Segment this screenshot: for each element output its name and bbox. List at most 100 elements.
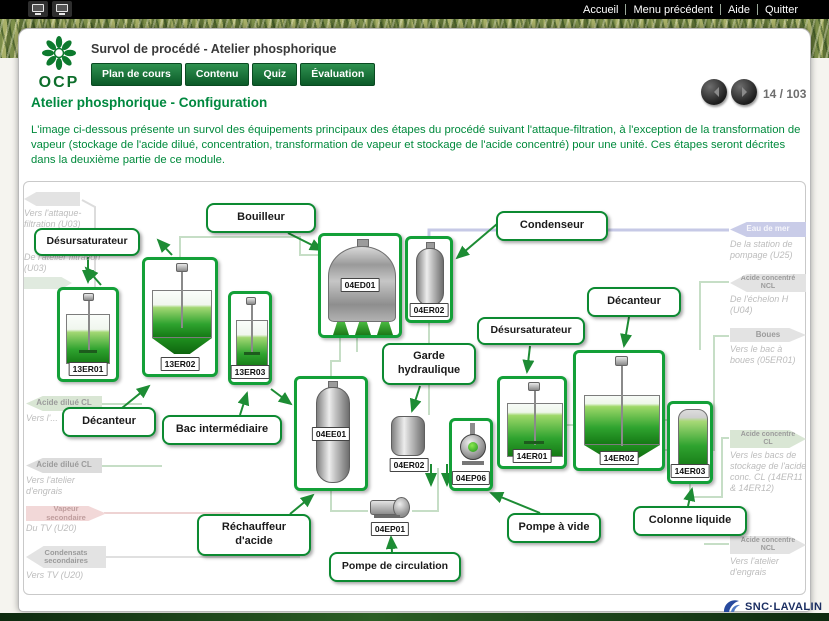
stream-condensats-secondaires: Condensats secondaires Vers TV (U20): [26, 546, 110, 581]
stream-boues: Boues Vers le bac à boues (05ER01): [730, 328, 808, 366]
pump-hub: [468, 442, 478, 452]
stream-acide-concentre-cl: Acide concentré CL Vers les bacs de stoc…: [730, 430, 808, 494]
vessel-nozzle: [377, 322, 393, 335]
agitator-paddle: [524, 441, 544, 444]
equipment-13er03: 13ER03: [228, 291, 272, 385]
top-menu-bar: Accueil Menu précédent Aide Quitter: [0, 0, 829, 19]
label-decanteur-droite: Décanteur: [587, 287, 681, 317]
equipment-tag: 04ER02: [389, 458, 429, 472]
agitator-paddle: [244, 352, 260, 355]
menu-precedent[interactable]: Menu précédent: [626, 4, 720, 16]
equipment-tag: 04ED01: [340, 278, 380, 292]
application-window: Accueil Menu précédent Aide Quitter OCP …: [0, 0, 829, 621]
label-decanteur-gauche: Décanteur: [62, 407, 156, 437]
label-colonne-liquide: Colonne liquide: [633, 506, 747, 536]
page-title: Atelier phosphorique - Configuration: [31, 95, 268, 110]
vessel-body: [391, 416, 425, 456]
module-title: Survol de procédé - Atelier phosphorique: [91, 42, 337, 56]
stream-title: Vapeur secondaire: [46, 504, 86, 522]
label-pompe-a-vide: Pompe à vide: [507, 513, 601, 543]
label-bouilleur: Bouilleur: [206, 203, 316, 233]
monitor-glyph: [56, 4, 68, 12]
stream-title: Boues: [755, 329, 781, 339]
tab-plan-de-cours[interactable]: Plan de cours: [91, 63, 182, 86]
equipment-04ep06: 04EP06: [449, 418, 493, 491]
equipment-04ee01: 04EE01: [294, 376, 368, 491]
stream-caption: De la station de pompage (U25): [730, 239, 793, 260]
flow-arrow-left-icon: Acide concentré NCL: [730, 274, 806, 292]
flow-arrow-right-icon: Acide concentré NCL: [730, 536, 806, 554]
equipment-tag: 04ER02: [409, 303, 449, 317]
stream-title: Acide concentré NCL: [740, 275, 796, 290]
page-counter: 14 / 103: [763, 87, 807, 101]
next-arrow-icon: [742, 87, 752, 97]
top-menu: Accueil Menu précédent Aide Quitter: [576, 0, 805, 19]
menu-accueil[interactable]: Accueil: [576, 4, 625, 16]
label-pompe-circulation: Pompe de circulation: [329, 552, 461, 582]
equipment-14er01: 14ER01: [497, 376, 567, 469]
tab-evaluation[interactable]: Évaluation: [300, 63, 376, 86]
agitator-motor-icon: [176, 263, 188, 272]
previous-arrow-icon: [709, 87, 719, 97]
stream-caption: Vers TV (U20): [26, 570, 84, 580]
menu-aide[interactable]: Aide: [721, 4, 757, 16]
equipment-04er02-garde: 04ER02: [386, 414, 432, 472]
stream-caption: Vers les bacs de stockage de l'acide con…: [730, 450, 807, 493]
stream-caption: Vers l'attaque-filtration (U03): [24, 208, 82, 229]
bottom-bar: [0, 613, 829, 621]
stream-vers-attaque-filtration: Vers l'attaque-filtration (U03): [24, 192, 110, 230]
equipment-tag: 04EP01: [370, 522, 410, 536]
agitator-shaft: [621, 366, 623, 446]
pump-base: [462, 461, 484, 465]
equipment-13er02: 13ER02: [142, 257, 218, 377]
menu-quitter[interactable]: Quitter: [758, 4, 805, 16]
label-desursaturateur-droite: Désursaturateur: [477, 317, 585, 345]
flow-arrow-right-icon: Acide concentré CL: [730, 430, 806, 448]
stream-acide-concentre-ncl-sortie: Acide concentré NCL Vers l'atelier d'eng…: [730, 536, 808, 578]
flow-arrow-left-icon: Acide dilué CL: [26, 458, 102, 473]
equipment-04er02-condenseur: 04ER02: [405, 236, 453, 323]
stream-caption: Vers l'atelier d'engrais: [730, 556, 779, 577]
stream-acide-dilue-cl-2: Acide dilué CL Vers l'atelier d'engrais: [26, 458, 106, 497]
vessel-body: [416, 248, 444, 306]
tab-contenu[interactable]: Contenu: [184, 63, 250, 86]
previous-page-button[interactable]: [701, 79, 727, 105]
snc-lavalin-text: SNC·LAVALIN: [745, 600, 823, 613]
flow-arrow-right-icon: Boues: [730, 328, 806, 342]
stream-acide-concentre-ncl-entree: Acide concentré NCL De l'échelon H (U04): [730, 274, 808, 316]
agitator-motor-icon: [615, 356, 628, 366]
ocp-logo-text: OCP: [38, 74, 80, 91]
tab-quiz[interactable]: Quiz: [252, 63, 298, 86]
equipment-tag: 13ER02: [160, 357, 200, 371]
label-bac-intermediaire: Bac intermédiaire: [162, 415, 282, 445]
snc-lavalin-logo: SNC·LAVALIN: [723, 599, 822, 614]
equipment-tag: 14ER03: [670, 464, 710, 478]
stream-title: Eau de mer: [746, 224, 790, 234]
agitator-shaft: [88, 301, 90, 351]
stream-title: Acide dilué CL: [36, 460, 92, 470]
screen-icon-2[interactable]: [52, 1, 72, 17]
label-rechauffeur-acide: Réchauffeur d'acide: [197, 514, 311, 556]
agitator-shaft: [181, 272, 183, 328]
flow-arrow-left-icon: [24, 192, 80, 206]
stream-caption: Vers le bac à boues (05ER01): [730, 344, 796, 365]
tank-cone: [152, 338, 212, 354]
stream-caption: De l'échelon H (U04): [730, 294, 789, 315]
equipment-14er03: 14ER03: [667, 401, 713, 484]
equipment-tag: 04EP06: [451, 471, 491, 485]
stream-caption: Vers l'atelier d'engrais: [26, 475, 75, 496]
pump-base: [374, 515, 400, 518]
ocp-logo-icon: [42, 36, 76, 70]
flow-arrow-left-icon: Condensats secondaires: [26, 546, 106, 568]
equipment-tag: 13ER03: [230, 365, 270, 379]
snc-lavalin-icon: [723, 600, 740, 612]
equipment-13er01: 13ER01: [57, 287, 119, 382]
agitator-shaft: [251, 305, 253, 353]
flow-arrow-left-icon: Eau de mer: [730, 222, 806, 237]
label-condenseur: Condenseur: [496, 211, 608, 241]
screen-icon[interactable]: [28, 1, 48, 17]
equipment-tag: 13ER01: [68, 362, 108, 376]
next-page-button[interactable]: [731, 79, 757, 105]
vessel-nozzle: [333, 322, 349, 335]
equipment-04ed01: 04ED01: [318, 233, 402, 338]
